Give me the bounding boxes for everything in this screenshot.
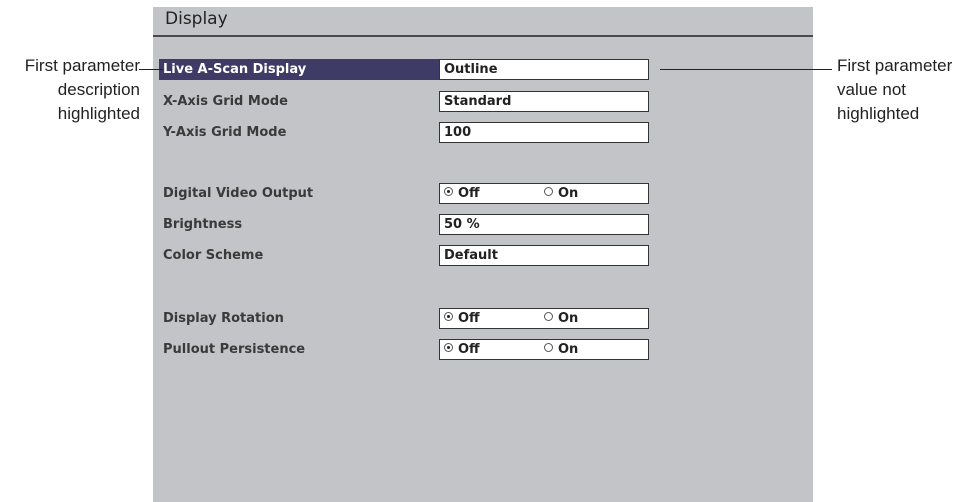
param-value-live-a-scan-display[interactable]: Outline [439, 59, 649, 80]
param-label-brightness: Brightness [163, 217, 243, 232]
param-value-display-rotation[interactable]: Off On [439, 308, 649, 329]
param-row-color-scheme[interactable]: Color Scheme Default [159, 245, 799, 266]
radio-unselected-icon [544, 312, 553, 321]
param-value-y-axis-grid-mode[interactable]: 100 [439, 122, 649, 143]
param-value-x-axis-grid-mode[interactable]: Standard [439, 91, 649, 112]
callout-left-line-3: highlighted [57, 104, 140, 123]
radio-selected-icon [444, 312, 453, 321]
callout-left: First parameter description highlighted [2, 54, 140, 126]
radio-off[interactable]: Off [444, 184, 480, 203]
param-row-display-rotation[interactable]: Display Rotation Off On [159, 308, 799, 329]
callout-left-line-2: description [57, 80, 140, 99]
param-value-digital-video-output[interactable]: Off On [439, 183, 649, 204]
param-row-x-axis-grid-mode[interactable]: X-Axis Grid Mode Standard [159, 91, 799, 112]
radio-unselected-icon [544, 187, 553, 196]
page-title: Display [165, 9, 228, 29]
param-label-digital-video-output: Digital Video Output [163, 186, 314, 201]
param-value-color-scheme[interactable]: Default [439, 245, 649, 266]
param-value-pullout-persistence[interactable]: Off On [439, 339, 649, 360]
callout-right-line-3: highlighted [837, 104, 920, 123]
callout-right-leader [660, 69, 832, 70]
radio-on[interactable]: On [544, 340, 578, 359]
radio-on[interactable]: On [544, 309, 578, 328]
param-label-live-a-scan-display: Live A-Scan Display [159, 59, 455, 80]
param-label-display-rotation: Display Rotation [163, 311, 284, 326]
radio-selected-icon [444, 343, 453, 352]
param-label-pullout-persistence: Pullout Persistence [163, 342, 306, 357]
screen-header: Display [153, 7, 813, 37]
radio-on[interactable]: On [544, 184, 578, 203]
param-row-digital-video-output[interactable]: Digital Video Output Off On [159, 183, 799, 204]
param-row-pullout-persistence[interactable]: Pullout Persistence Off On [159, 339, 799, 360]
callout-right: First parameter value not highlighted [837, 54, 977, 126]
param-label-color-scheme: Color Scheme [163, 248, 264, 263]
radio-selected-icon [444, 187, 453, 196]
radio-off[interactable]: Off [444, 340, 480, 359]
param-row-y-axis-grid-mode[interactable]: Y-Axis Grid Mode 100 [159, 122, 799, 143]
param-row-brightness[interactable]: Brightness 50 % [159, 214, 799, 235]
param-label-x-axis-grid-mode: X-Axis Grid Mode [163, 94, 288, 109]
callout-right-line-1: First parameter [837, 56, 953, 75]
callout-left-leader [139, 69, 163, 70]
param-value-brightness[interactable]: 50 % [439, 214, 649, 235]
callout-right-line-2: value not [837, 80, 906, 99]
param-label-y-axis-grid-mode: Y-Axis Grid Mode [163, 125, 287, 140]
display-settings-screen: Display Live A-Scan Display Outline X-Ax… [153, 7, 813, 502]
radio-off[interactable]: Off [444, 309, 480, 328]
callout-left-line-1: First parameter [24, 56, 140, 75]
radio-unselected-icon [544, 343, 553, 352]
